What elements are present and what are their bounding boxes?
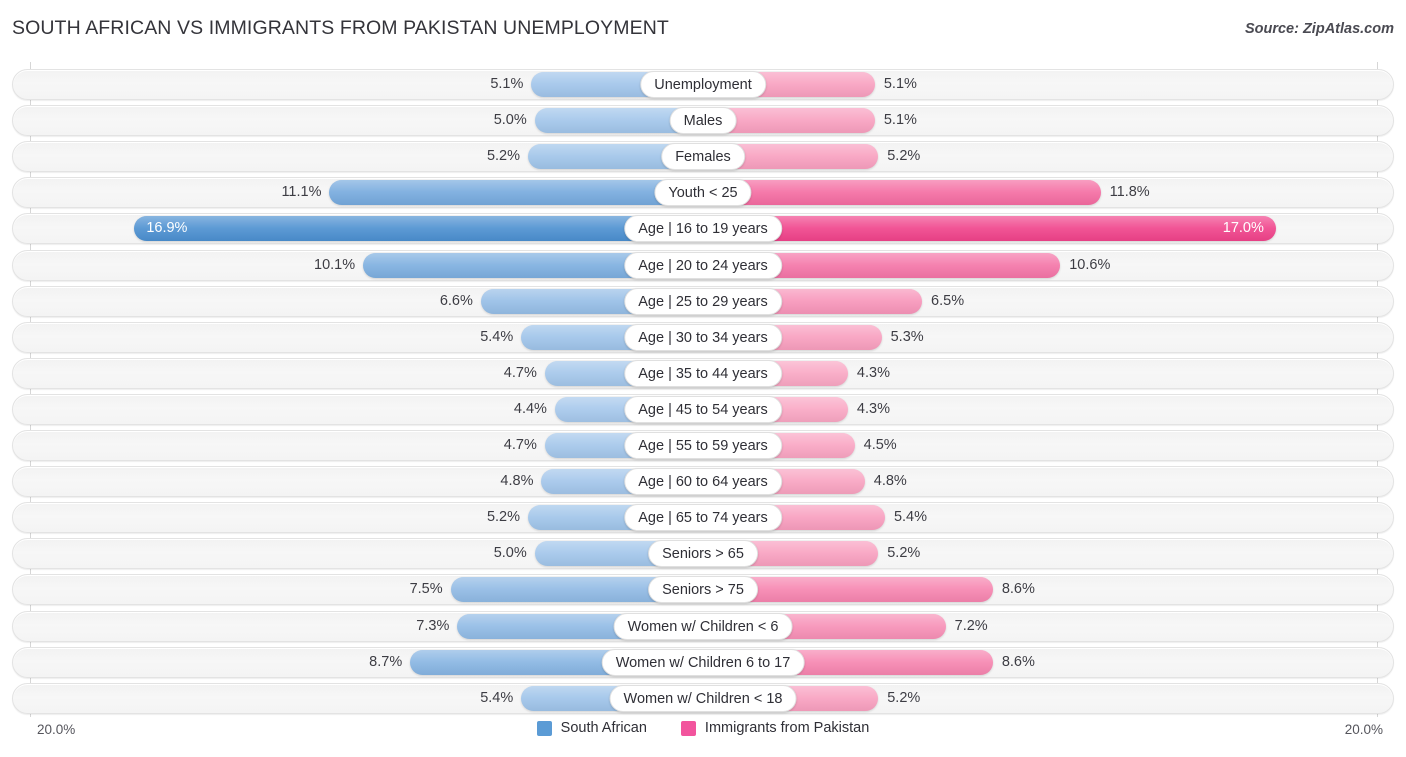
value-label-immigrants-from-pakistan: 10.6% — [1069, 250, 1110, 281]
chart-row: 8.7% 8.6% Women w/ Children 6 to 17 — [12, 647, 1394, 678]
value-label-south-african: 4.8% — [431, 466, 533, 497]
row-category-label: Unemployment — [640, 71, 766, 98]
value-label-immigrants-from-pakistan: 4.5% — [864, 430, 897, 461]
source-attribution: Source: ZipAtlas.com — [1245, 21, 1394, 37]
chart-page: SOUTH AFRICAN VS IMMIGRANTS FROM PAKISTA… — [0, 0, 1406, 757]
chart-row: 16.9% 17.0% Age | 16 to 19 years — [12, 213, 1394, 244]
chart-row: 5.1% 5.1% Unemployment — [12, 69, 1394, 100]
chart-row: 5.4% 5.2% Women w/ Children < 18 — [12, 683, 1394, 714]
value-label-south-african: 5.4% — [411, 683, 513, 714]
row-category-label: Age | 65 to 74 years — [624, 504, 782, 531]
legend-item[interactable]: Immigrants from Pakistan — [681, 720, 869, 736]
row-category-label: Males — [670, 107, 737, 134]
chart-row: 5.0% 5.1% Males — [12, 105, 1394, 136]
legend-swatch-icon — [537, 721, 552, 736]
row-category-label: Women w/ Children < 6 — [614, 613, 793, 640]
chart-row: 7.3% 7.2% Women w/ Children < 6 — [12, 611, 1394, 642]
value-label-immigrants-from-pakistan: 4.3% — [857, 358, 890, 389]
value-label-immigrants-from-pakistan: 8.6% — [1002, 647, 1035, 678]
value-label-south-african: 4.7% — [435, 430, 537, 461]
legend-swatch-icon — [681, 721, 696, 736]
value-label-south-african: 7.3% — [347, 611, 449, 642]
chart-row: 4.7% 4.5% Age | 55 to 59 years — [12, 430, 1394, 461]
chart-row: 5.0% 5.2% Seniors > 65 — [12, 538, 1394, 569]
row-category-label: Age | 16 to 19 years — [624, 215, 782, 242]
value-label-immigrants-from-pakistan: 4.8% — [874, 466, 907, 497]
bar-south-african[interactable] — [134, 216, 703, 241]
value-label-immigrants-from-pakistan: 5.3% — [891, 322, 924, 353]
value-label-immigrants-from-pakistan: 5.1% — [884, 69, 917, 100]
chart-row: 4.7% 4.3% Age | 35 to 44 years — [12, 358, 1394, 389]
value-label-immigrants-from-pakistan: 8.6% — [1002, 574, 1035, 605]
chart-row: 7.5% 8.6% Seniors > 75 — [12, 574, 1394, 605]
legend-label: South African — [561, 720, 647, 736]
bar-immigrants-from-pakistan[interactable] — [703, 180, 1101, 205]
value-label-south-african: 5.1% — [421, 69, 523, 100]
chart-legend: South African Immigrants from Pakistan — [0, 720, 1406, 736]
bar-gloss — [134, 216, 703, 241]
row-category-label: Age | 55 to 59 years — [624, 432, 782, 459]
row-category-label: Females — [661, 143, 745, 170]
value-label-immigrants-from-pakistan: 4.3% — [857, 394, 890, 425]
value-label-south-african: 6.6% — [371, 286, 473, 317]
value-label-immigrants-from-pakistan: 7.2% — [955, 611, 988, 642]
bar-south-african[interactable] — [329, 180, 703, 205]
chart-plot-area: 5.1%5.1%Unemployment5.0%5.1%Males5.2%5.2… — [0, 62, 1406, 717]
value-label-south-african: 7.5% — [341, 574, 443, 605]
chart-row: 5.2% 5.2% Females — [12, 141, 1394, 172]
value-label-south-african: 5.2% — [418, 502, 520, 533]
value-label-immigrants-from-pakistan: 5.4% — [894, 502, 927, 533]
chart-row: 4.4% 4.3% Age | 45 to 54 years — [12, 394, 1394, 425]
row-category-label: Age | 25 to 29 years — [624, 288, 782, 315]
value-label-immigrants-from-pakistan: 11.8% — [1110, 177, 1150, 208]
value-label-south-african: 4.7% — [435, 358, 537, 389]
row-category-label: Seniors > 65 — [648, 540, 758, 567]
row-category-label: Women w/ Children 6 to 17 — [602, 649, 805, 676]
chart-row: 5.2% 5.4% Age | 65 to 74 years — [12, 502, 1394, 533]
value-label-south-african: 10.1% — [253, 250, 355, 281]
value-label-immigrants-from-pakistan: 5.1% — [884, 105, 917, 136]
bar-gloss — [329, 180, 703, 205]
value-label-south-african: 5.0% — [425, 105, 527, 136]
row-category-label: Youth < 25 — [654, 179, 751, 206]
value-label-south-african: 5.4% — [411, 322, 513, 353]
value-label-immigrants-from-pakistan: 6.5% — [931, 286, 964, 317]
chart-row: 11.1% 11.8% Youth < 25 — [12, 177, 1394, 208]
row-category-label: Age | 45 to 54 years — [624, 396, 782, 423]
value-label-south-african: 4.4% — [445, 394, 547, 425]
value-label-immigrants-from-pakistan: 5.2% — [887, 538, 920, 569]
bar-gloss — [703, 180, 1101, 205]
legend-item[interactable]: South African — [537, 720, 647, 736]
value-label-south-african: 11.1% — [219, 177, 321, 208]
chart-row: 4.8% 4.8% Age | 60 to 64 years — [12, 466, 1394, 497]
chart-row: 10.1% 10.6% Age | 20 to 24 years — [12, 250, 1394, 281]
value-label-immigrants-from-pakistan: 17.0% — [1164, 213, 1264, 244]
row-category-label: Age | 35 to 44 years — [624, 360, 782, 387]
row-category-label: Age | 60 to 64 years — [624, 468, 782, 495]
value-label-south-african: 8.7% — [300, 647, 402, 678]
value-label-immigrants-from-pakistan: 5.2% — [887, 141, 920, 172]
value-label-immigrants-from-pakistan: 5.2% — [887, 683, 920, 714]
chart-row: 5.4% 5.3% Age | 30 to 34 years — [12, 322, 1394, 353]
value-label-south-african: 5.0% — [425, 538, 527, 569]
legend-label: Immigrants from Pakistan — [705, 720, 869, 736]
row-category-label: Seniors > 75 — [648, 576, 758, 603]
value-label-south-african: 16.9% — [146, 213, 187, 244]
row-category-label: Women w/ Children < 18 — [610, 685, 797, 712]
row-category-label: Age | 30 to 34 years — [624, 324, 782, 351]
page-title: SOUTH AFRICAN VS IMMIGRANTS FROM PAKISTA… — [12, 17, 669, 40]
chart-row: 6.6% 6.5% Age | 25 to 29 years — [12, 286, 1394, 317]
row-category-label: Age | 20 to 24 years — [624, 252, 782, 279]
value-label-south-african: 5.2% — [418, 141, 520, 172]
